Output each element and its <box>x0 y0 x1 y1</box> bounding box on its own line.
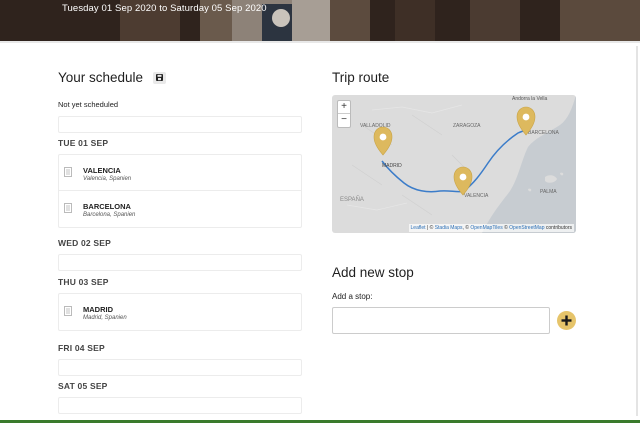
day-label: TUE 01 SEP <box>58 138 109 148</box>
day-tue-01-sep: TUE 01 SEP VALENCIA Valencia, Spanien BA… <box>58 138 302 228</box>
day-label: FRI 04 SEP <box>58 343 105 353</box>
trip-route-panel: Trip route <box>332 70 576 85</box>
add-stop-title: Add new stop <box>332 265 414 280</box>
stop-list: VALENCIA Valencia, Spanien BARCELONA Bar… <box>58 154 302 228</box>
route-map[interactable]: Andorra la Vella VALLADOLID ZARAGOZA BAR… <box>332 95 576 233</box>
save-icon <box>156 74 164 81</box>
attribution-openmaptiles-link[interactable]: OpenMapTiles <box>470 225 502 231</box>
trip-route-title: Trip route <box>332 70 390 85</box>
attribution-stadia-link[interactable]: Stadia Maps <box>435 225 463 231</box>
plus-icon <box>561 315 572 326</box>
unscheduled-note: Not yet scheduled <box>58 100 119 109</box>
unscheduled-dropzone[interactable] <box>58 116 302 133</box>
stop-country: Barcelona, Spanien <box>83 212 136 218</box>
map-label-palma: PALMA <box>540 189 557 195</box>
stop-city: MADRID <box>83 305 113 314</box>
hero-divider <box>0 41 640 43</box>
day-label: THU 03 SEP <box>58 277 109 287</box>
day-label: SAT 05 SEP <box>58 381 108 391</box>
stop-country: Valencia, Spanien <box>83 176 132 182</box>
map-marker-valencia[interactable] <box>453 166 473 196</box>
zoom-in-button[interactable]: + <box>338 101 350 114</box>
stop-barcelona[interactable]: BARCELONA Barcelona, Spanien <box>59 191 301 227</box>
stop-city: VALENCIA <box>83 166 121 175</box>
day-label: WED 02 SEP <box>58 238 112 248</box>
map-label-madrid: MADRID <box>382 163 402 169</box>
day-dropzone[interactable] <box>58 397 302 414</box>
trip-date-range: Tuesday 01 Sep 2020 to Saturday 05 Sep 2… <box>62 3 267 14</box>
map-zoom-control: + − <box>337 100 351 128</box>
scrollbar[interactable] <box>636 46 638 416</box>
map-label-espana: ESPAÑA <box>340 196 364 203</box>
drag-handle-icon[interactable] <box>64 167 72 177</box>
add-stop-input[interactable] <box>332 307 550 334</box>
add-stop-button[interactable] <box>557 311 576 330</box>
day-sat-05-sep: SAT 05 SEP <box>58 381 302 414</box>
stop-madrid[interactable]: MADRID Madrid, Spanien <box>59 294 301 330</box>
stop-country: Madrid, Spanien <box>83 315 127 321</box>
map-label-valencia: VALENCIA <box>464 193 489 199</box>
map-tiles[interactable]: Andorra la Vella VALLADOLID ZARAGOZA BAR… <box>332 95 576 233</box>
day-fri-04-sep: FRI 04 SEP <box>58 343 302 376</box>
attribution-osm-link[interactable]: OpenStreetMap <box>509 225 544 231</box>
drag-handle-icon[interactable] <box>64 203 72 213</box>
attribution-leaflet-link[interactable]: Leaflet <box>411 225 426 231</box>
add-stop-label: Add a stop: <box>332 292 373 301</box>
map-attribution: Leaflet | © Stadia Maps, © OpenMapTiles … <box>408 224 574 232</box>
day-dropzone[interactable] <box>58 254 302 271</box>
schedule-title: Your schedule <box>58 70 144 85</box>
map-label-andorra: Andorra la Vella <box>512 96 548 102</box>
save-button[interactable] <box>153 71 167 84</box>
map-label-barcelona: BARCELONA <box>528 130 560 136</box>
stop-list: MADRID Madrid, Spanien <box>58 293 302 331</box>
attribution-separator: | © <box>425 225 435 231</box>
map-label-zaragoza: ZARAGOZA <box>453 123 481 129</box>
schedule-panel: Your schedule Not yet scheduled <box>58 70 302 133</box>
hero-banner: Tuesday 01 Sep 2020 to Saturday 05 Sep 2… <box>0 0 640 41</box>
map-marker-madrid[interactable] <box>373 126 393 156</box>
day-wed-02-sep: WED 02 SEP <box>58 238 302 271</box>
zoom-out-button[interactable]: − <box>338 114 350 127</box>
stop-city: BARCELONA <box>83 202 131 211</box>
day-thu-03-sep: THU 03 SEP MADRID Madrid, Spanien <box>58 277 302 331</box>
drag-handle-icon[interactable] <box>64 306 72 316</box>
attribution-suffix: contributors <box>544 225 572 231</box>
day-dropzone[interactable] <box>58 359 302 376</box>
stop-valencia[interactable]: VALENCIA Valencia, Spanien <box>59 155 301 191</box>
